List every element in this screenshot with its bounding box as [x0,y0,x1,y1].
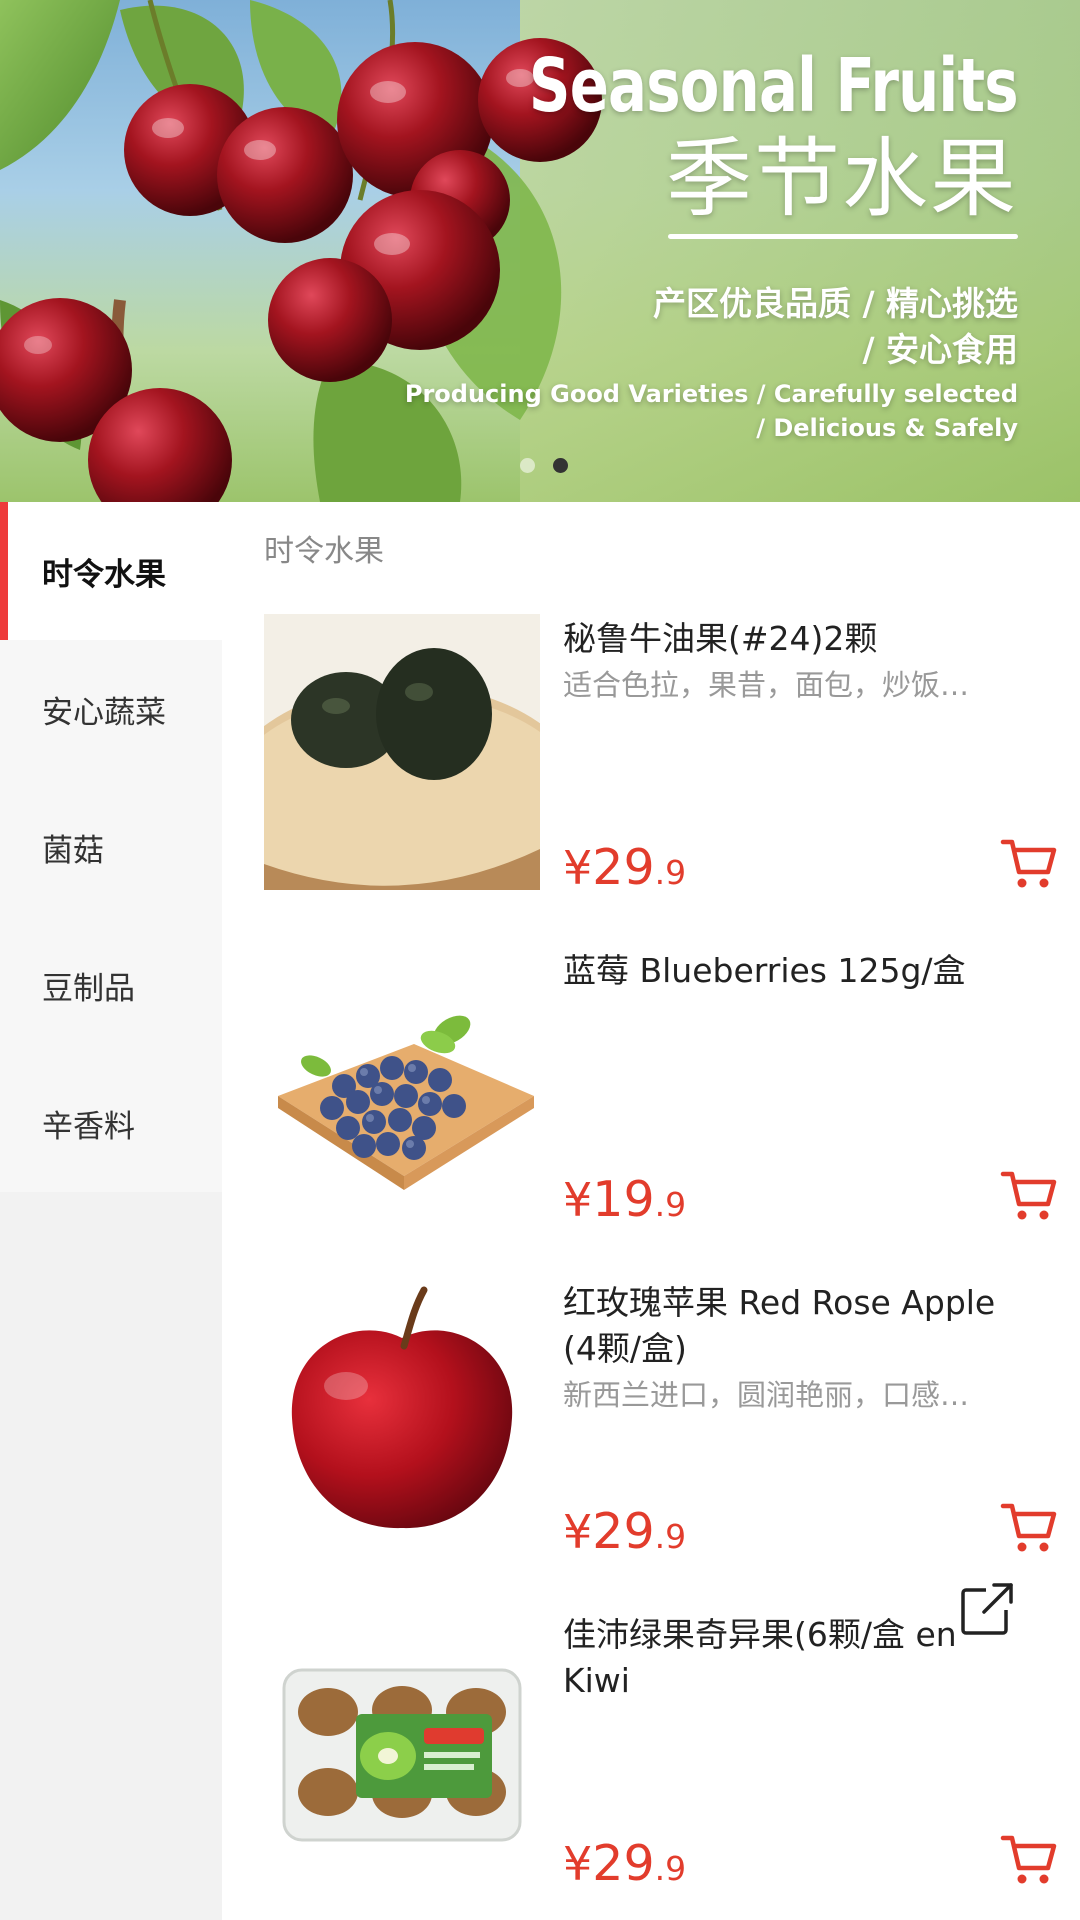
product-name[interactable]: 蓝莓 Blueberries 125g/盒 [563,948,1033,994]
price-currency: ¥ [563,1505,593,1559]
sidebar-item-mushrooms[interactable]: 菌菇 [0,778,222,916]
price-integer: 19 [592,1171,655,1228]
product-price: ¥29.9 [563,1838,686,1895]
sidebar-item-soy-products[interactable]: 豆制品 [0,916,222,1054]
sidebar-item-label: 辛香料 [42,1108,135,1145]
shopping-cart-icon[interactable] [1000,836,1058,890]
banner-title-cn: 季节水果 [666,128,1018,229]
price-decimal: .9 [654,853,687,892]
product-image-apple[interactable] [264,1278,540,1554]
section-title: 时令水果 [264,534,384,569]
product-card-avocado[interactable]: 秘鲁牛油果(#24)2颗 适合色拉，果昔，面包，炒饭… ¥29.9 [264,614,1064,894]
banner-subtitle-en: Producing Good Varieties / Carefully sel… [391,377,1018,445]
sidebar-item-label: 安心蔬菜 [42,694,166,731]
product-image-blueberries[interactable] [264,946,540,1222]
product-price: ¥29.9 [563,842,686,899]
product-image-avocado[interactable] [264,614,540,890]
product-name[interactable]: 秘鲁牛油果(#24)2颗 [563,616,1033,662]
sidebar-item-label: 豆制品 [42,970,135,1007]
product-card-apple[interactable]: 红玫瑰苹果 Red Rose Apple (4颗/盒) 新西兰进口，圆润艳丽，口… [264,1278,1064,1558]
product-list-panel: 时令水果 秘鲁牛油果(#24)2颗 适合色拉，果昔，面包，炒饭… ¥29.9 蓝… [222,502,1080,1920]
sidebar-item-label: 菌菇 [42,832,104,869]
promo-banner[interactable]: Seasonal Fruits 季节水果 产区优良品质 / 精心挑选 / 安心食… [0,0,1080,502]
price-decimal: .9 [654,1849,687,1888]
share-external-icon[interactable] [960,1580,1016,1636]
sidebar-item-seasonal-fruits[interactable]: 时令水果 [0,502,222,640]
product-price: ¥19.9 [563,1174,686,1231]
price-currency: ¥ [563,1173,593,1227]
product-description: 适合色拉，果昔，面包，炒饭… [563,668,970,702]
price-integer: 29 [592,1835,655,1892]
banner-text: Seasonal Fruits 季节水果 产区优良品质 / 精心挑选 / 安心食… [391,43,1019,445]
banner-divider [668,233,1018,239]
price-decimal: .9 [654,1185,687,1224]
sidebar-item-vegetables[interactable]: 安心蔬菜 [0,640,222,778]
product-image-kiwi-box[interactable] [264,1610,540,1886]
category-list: 时令水果 安心蔬菜 菌菇 豆制品 辛香料 [0,502,222,1192]
banner-subtitle-en-line2: / Delicious & Safely [756,413,1018,442]
carousel-dot-1[interactable] [520,458,535,473]
price-integer: 29 [592,839,655,896]
price-integer: 29 [592,1503,655,1560]
price-currency: ¥ [563,841,593,895]
product-name[interactable]: 红玫瑰苹果 Red Rose Apple (4颗/盒) [563,1280,1033,1372]
price-currency: ¥ [563,1837,593,1891]
banner-subtitle-cn-line2: / 安心食用 [862,329,1018,369]
product-card-kiwi[interactable]: 佳沛绿果奇异果(6颗/盒 en Kiwi ¥29.9 [264,1610,1064,1890]
category-sidebar: 时令水果 安心蔬菜 菌菇 豆制品 辛香料 [0,502,222,1920]
shopping-cart-icon[interactable] [1000,1832,1058,1886]
price-decimal: .9 [654,1517,687,1556]
sidebar-item-spices[interactable]: 辛香料 [0,1054,222,1192]
product-price: ¥29.9 [563,1506,686,1563]
banner-subtitle-cn-line1: 产区优良品质 / 精心挑选 [652,283,1018,323]
shopping-cart-icon[interactable] [1000,1168,1058,1222]
product-card-blueberries[interactable]: 蓝莓 Blueberries 125g/盒 ¥19.9 [264,946,1064,1226]
banner-subtitle-en-line1: Producing Good Varieties / Carefully sel… [404,379,1018,408]
carousel-dot-2[interactable] [553,458,568,473]
banner-title-en: Seasonal Fruits [529,43,1019,129]
carousel-indicator[interactable] [520,458,568,473]
banner-subtitle-cn: 产区优良品质 / 精心挑选 / 安心食用 [391,281,1018,373]
product-description: 新西兰进口，圆润艳丽，口感… [563,1378,970,1412]
sidebar-item-label: 时令水果 [42,556,166,593]
shopping-cart-icon[interactable] [1000,1500,1058,1554]
